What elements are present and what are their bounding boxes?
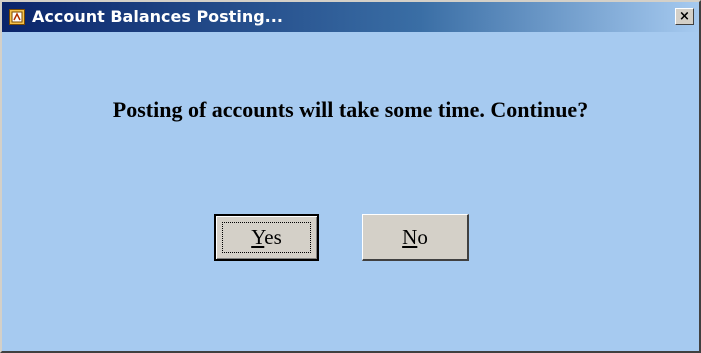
window-title: Account Balances Posting... bbox=[32, 7, 283, 26]
yes-label-rest: es bbox=[264, 225, 282, 249]
close-icon: × bbox=[679, 9, 690, 24]
title-bar[interactable]: Account Balances Posting... × bbox=[2, 2, 699, 32]
no-button-label: No bbox=[402, 225, 428, 250]
close-button[interactable]: × bbox=[675, 8, 694, 25]
dialog-window: Account Balances Posting... × Posting of… bbox=[0, 0, 701, 353]
yes-button[interactable]: Yes bbox=[214, 214, 319, 261]
app-icon bbox=[9, 9, 25, 25]
no-label-rest: o bbox=[417, 224, 428, 249]
yes-button-label: Yes bbox=[251, 225, 282, 250]
dialog-message: Posting of accounts will take some time.… bbox=[112, 97, 589, 122]
no-mnemonic: N bbox=[402, 224, 418, 249]
yes-mnemonic: Y bbox=[251, 225, 265, 249]
no-button[interactable]: No bbox=[362, 214, 469, 261]
